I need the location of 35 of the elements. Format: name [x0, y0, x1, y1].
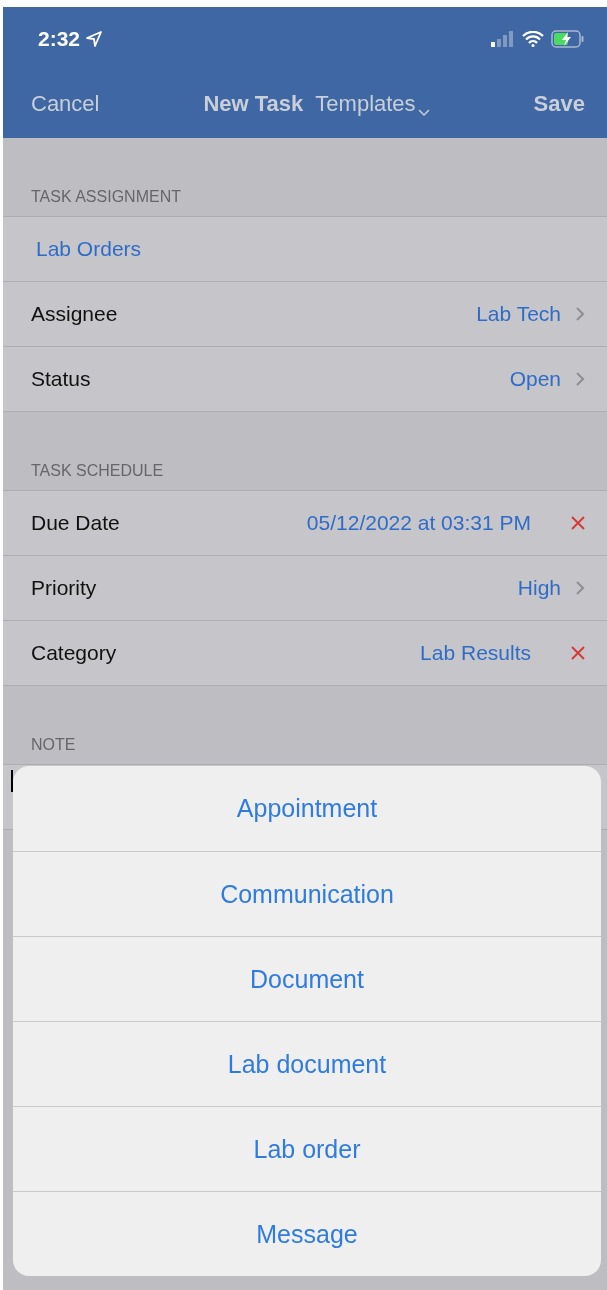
chevron-right-icon — [575, 371, 585, 387]
row-label: Priority — [31, 576, 98, 600]
row-value[interactable]: High — [517, 576, 561, 600]
row-value[interactable]: 05/12/2022 at 03:31 PM — [306, 511, 531, 535]
section-header: NOTE — [31, 736, 76, 753]
sheet-option[interactable]: Message — [13, 1191, 601, 1276]
section-header: TASK SCHEDULE — [31, 462, 164, 479]
text-cursor — [11, 770, 13, 792]
section-header: TASK ASSIGNMENT — [31, 188, 181, 205]
row-value[interactable]: Lab Results — [420, 641, 531, 665]
wifi-icon — [522, 30, 544, 47]
location-arrow-icon — [86, 30, 103, 47]
battery-charging-icon — [551, 29, 585, 48]
status-time: 2:32 — [38, 26, 81, 51]
sheet-option[interactable]: Lab document — [13, 1021, 601, 1106]
row-label: Due Date — [31, 511, 121, 535]
caret-icon — [417, 109, 430, 117]
row-value[interactable]: Open — [509, 367, 561, 391]
sheet-option[interactable]: Communication — [13, 851, 601, 936]
chevron-right-icon — [575, 580, 585, 596]
nav-title: New Task — [203, 91, 304, 117]
templates-dropdown[interactable]: Templates — [315, 91, 430, 117]
sheet-option[interactable]: Appointment — [13, 766, 601, 851]
row-label: Status — [31, 367, 92, 391]
row-value[interactable]: Lab Tech — [476, 302, 561, 326]
sheet-option[interactable]: Document — [13, 936, 601, 1021]
close-icon[interactable] — [571, 516, 585, 530]
row-label: Category — [31, 641, 118, 665]
save-button[interactable]: Save — [533, 91, 585, 117]
signal-icon — [491, 30, 515, 47]
chevron-right-icon — [575, 306, 585, 322]
cancel-button[interactable]: Cancel — [31, 91, 100, 117]
close-icon[interactable] — [571, 646, 585, 660]
sheet-option[interactable]: Lab order — [13, 1106, 601, 1191]
row-label: Assignee — [31, 302, 119, 326]
